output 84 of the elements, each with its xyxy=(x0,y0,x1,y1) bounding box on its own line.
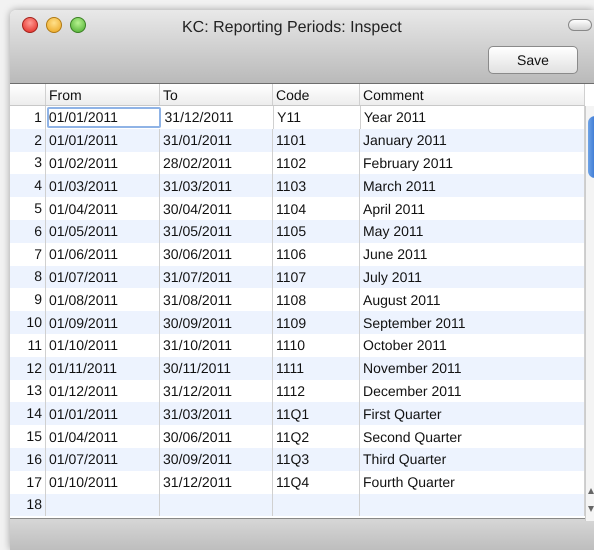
row-number: 4 xyxy=(34,176,42,196)
table-cell-text: 31/07/2011 xyxy=(162,268,234,286)
table-cell-text: July 2011 xyxy=(362,268,423,286)
table-cell-text: 1112 xyxy=(275,382,306,400)
row-number: 16 xyxy=(26,450,42,469)
table-cell-text: August 2011 xyxy=(362,290,442,309)
table-cell-text: 1108 xyxy=(275,290,308,309)
table-cell-text: 11Q4 xyxy=(275,473,310,492)
table-cell-text: 1107 xyxy=(275,268,308,286)
table-cell-text: 1105 xyxy=(275,222,308,240)
row-number: 1 xyxy=(34,108,42,127)
table-cell-text: 1111 xyxy=(275,359,306,378)
scroll-down-arrow-icon[interactable] xyxy=(588,506,594,512)
table-cell-text: 30/06/2011 xyxy=(162,245,234,264)
row-number: 2 xyxy=(34,130,42,150)
table-cell-text: 31/12/2011 xyxy=(162,382,234,400)
table-cell-text: June 2011 xyxy=(362,245,428,264)
table-cell-text: 31/08/2011 xyxy=(162,290,234,309)
table-cell-text: March 2011 xyxy=(362,176,437,195)
table-cell-text: 30/06/2011 xyxy=(162,428,234,446)
table-cell-text: 31/10/2011 xyxy=(162,336,234,354)
table-cell-text: 30/09/2011 xyxy=(162,450,234,468)
row-number: 7 xyxy=(34,244,42,264)
row-number: 9 xyxy=(34,290,42,310)
table-cell-text: 31/12/2011 xyxy=(164,108,235,126)
scroll-thumb[interactable] xyxy=(588,116,594,178)
column-header[interactable]: To xyxy=(160,84,273,105)
table-cell-text: Fourth Quarter xyxy=(362,473,456,492)
table-cell-text: 1104 xyxy=(275,200,308,218)
row-number: 10 xyxy=(26,313,42,332)
row-number: 18 xyxy=(26,495,42,514)
table-cell-text: 30/04/2011 xyxy=(162,200,234,218)
table-cell-text: April 2011 xyxy=(362,200,426,218)
table-cell-text: 31/01/2011 xyxy=(162,131,234,150)
column-header[interactable]: Code xyxy=(273,84,360,105)
input-field[interactable]: 01/01/2011 xyxy=(46,107,160,128)
save-button[interactable]: Save xyxy=(488,46,578,74)
table-cell-text: 28/02/2011 xyxy=(162,154,234,172)
row-number: 17 xyxy=(26,472,42,492)
scrollbar[interactable] xyxy=(585,106,594,521)
table-cell-text: February 2011 xyxy=(362,154,454,172)
table-cell-text: January 2011 xyxy=(362,131,448,150)
table-cell-text: 11Q3 xyxy=(275,450,310,468)
table-cell-text: 1110 xyxy=(275,336,306,354)
table-cell-text: 31/05/2011 xyxy=(162,222,234,240)
toolbar-toggle-button[interactable] xyxy=(568,19,592,31)
row-number: 8 xyxy=(34,267,42,286)
close-button[interactable] xyxy=(22,17,38,33)
table-cell-text: 1102 xyxy=(275,154,308,172)
row-number: 11 xyxy=(27,336,42,355)
table-cell-text: 31/03/2011 xyxy=(162,176,234,195)
scroll-up-arrow-icon[interactable] xyxy=(588,488,594,494)
row-number: 15 xyxy=(26,427,42,446)
column-header[interactable]: From xyxy=(46,84,160,105)
table-cell-text: Y11 xyxy=(276,108,302,126)
table-cell-text: 30/09/2011 xyxy=(162,314,234,332)
table-cell-text: 1101 xyxy=(275,131,308,150)
row-number: 12 xyxy=(26,358,42,378)
row-number: 5 xyxy=(34,199,42,218)
table-cell-text: First Quarter xyxy=(362,404,443,423)
table-cell-text: 1103 xyxy=(275,176,308,195)
zoom-button[interactable] xyxy=(70,17,86,33)
row-number: 13 xyxy=(26,381,42,400)
table-cell-text: September 2011 xyxy=(362,314,466,332)
row-number: 14 xyxy=(26,404,42,424)
table-cell-text: 1109 xyxy=(275,314,308,332)
table-cell-text: 11Q1 xyxy=(275,404,310,423)
table-cell-text: Year 2011 xyxy=(362,108,428,126)
table-cell-text: 31/03/2011 xyxy=(162,404,234,423)
table-cell-text: December 2011 xyxy=(362,382,463,400)
column-header[interactable]: Comment xyxy=(360,84,585,105)
row-number: 3 xyxy=(34,153,42,172)
table-cell-text: Third Quarter xyxy=(362,450,448,468)
table-cell-text: May 2011 xyxy=(362,222,424,240)
table-cell-text: 1106 xyxy=(275,245,308,264)
row-number: 6 xyxy=(34,222,42,241)
table-cell-text: October 2011 xyxy=(362,336,448,354)
table-cell-text: 31/12/2011 xyxy=(162,473,234,492)
minimize-button[interactable] xyxy=(46,17,62,33)
table-cell-text: November 2011 xyxy=(362,359,463,378)
window-title: KC: Reporting Periods: Inspect xyxy=(182,18,402,38)
table-cell-text: Second Quarter xyxy=(362,428,463,446)
table-cell-text: 30/11/2011 xyxy=(162,359,232,378)
table-cell-text: 11Q2 xyxy=(275,428,310,446)
